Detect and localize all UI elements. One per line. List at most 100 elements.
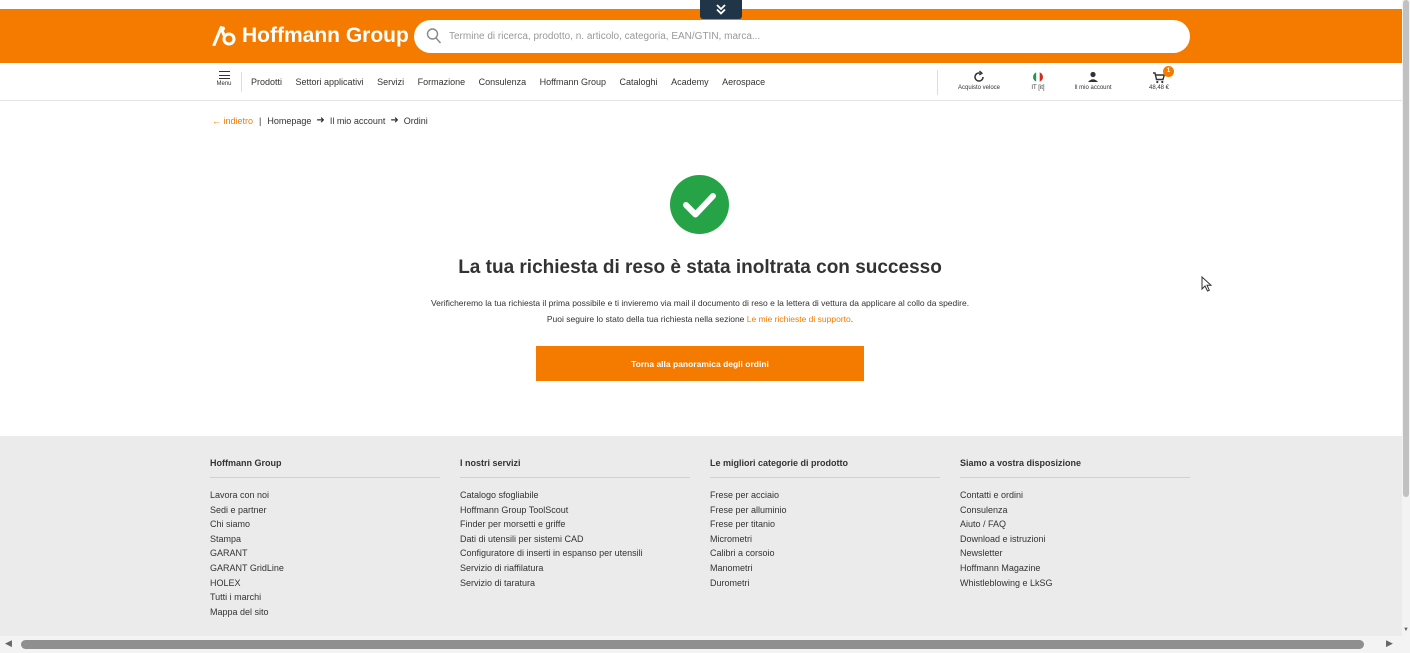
back-to-orders-button[interactable]: Torna alla panoramica degli ordini (536, 346, 864, 381)
main-navigation: Menu Prodotti Settori applicativi Serviz… (0, 63, 1402, 101)
footer-link[interactable]: HOLEX (210, 576, 440, 591)
hoffmann-logo[interactable]: Hoffmann Group (212, 24, 409, 48)
footer-link[interactable]: Servizio di taratura (460, 576, 690, 591)
scroll-left-arrow-icon[interactable]: ◀ (5, 638, 12, 649)
vertical-scrollbar[interactable]: ▼ (1402, 0, 1410, 636)
nav-links: Prodotti Settori applicativi Servizi For… (251, 63, 779, 101)
flag-italy-icon (1033, 72, 1043, 82)
search-bar[interactable] (414, 20, 1190, 53)
nav-divider (937, 70, 938, 95)
footer-link[interactable]: Servizio di riaffilatura (460, 561, 690, 576)
footer-link[interactable]: Frese per titanio (710, 517, 940, 532)
nav-link-settori[interactable]: Settori applicativi (296, 77, 364, 87)
back-label: indietro (223, 115, 254, 126)
footer-link[interactable]: GARANT GridLine (210, 561, 440, 576)
quick-buy-button[interactable]: Acquisto veloce (952, 70, 1006, 91)
vertical-scroll-thumb[interactable] (1403, 0, 1409, 497)
footer-link[interactable]: Calibri a corsoio (710, 546, 940, 561)
nav-link-hoffmann-group[interactable]: Hoffmann Group (540, 77, 606, 87)
account-button[interactable]: Il mio account (1068, 70, 1118, 91)
nav-link-formazione[interactable]: Formazione (418, 77, 466, 87)
footer-link[interactable]: Stampa (210, 532, 440, 547)
breadcrumb-homepage[interactable]: Homepage (267, 116, 311, 126)
footer-column-title: Siamo a vostra disposizione (960, 458, 1190, 478)
line2-prefix: Puoi seguire lo stato della tua richiest… (546, 313, 745, 324)
footer-link[interactable]: Configuratore di inserti in espanso per … (460, 546, 690, 561)
footer-link[interactable]: Consulenza (960, 503, 1190, 518)
footer-link[interactable]: Whistleblowing e LkSG (960, 576, 1190, 591)
language-selector[interactable]: IT [it] (1026, 70, 1050, 91)
quick-buy-icon (974, 70, 984, 82)
footer-link[interactable]: Contatti e ordini (960, 488, 1190, 503)
menu-icon (218, 71, 230, 79)
line2-suffix: . (850, 313, 854, 324)
success-title: La tua richiesta di reso è stata inoltra… (458, 257, 942, 278)
back-link[interactable]: ← indietro (212, 116, 253, 126)
footer-link[interactable]: Chi siamo (210, 517, 440, 532)
footer-column-title: Le migliori categorie di prodotto (710, 458, 940, 478)
nav-link-academy[interactable]: Academy (671, 77, 709, 87)
footer-column-title: Hoffmann Group (210, 458, 440, 478)
arrow-right-icon: ➜ (316, 115, 325, 126)
menu-button[interactable]: Menu (213, 71, 235, 87)
success-message-line2: Puoi seguire lo stato della tua richiest… (200, 312, 1200, 328)
footer-link[interactable]: Frese per alluminio (710, 503, 940, 518)
horizontal-scrollbar[interactable]: ◀ ▶ (0, 636, 1410, 653)
account-label: Il mio account (1074, 85, 1112, 91)
footer-link[interactable]: Frese per acciaio (710, 488, 940, 503)
scroll-right-arrow-icon[interactable]: ▶ (1386, 638, 1393, 649)
cart-button[interactable]: 1 48,48 € (1144, 66, 1174, 91)
quick-buy-label: Acquisto veloce (957, 85, 1001, 91)
footer-link[interactable]: Finder per morsetti e griffe (460, 517, 690, 532)
breadcrumb: ← indietro | Homepage ➜ Il mio account ➜… (212, 115, 428, 126)
footer-link[interactable]: Dati di utensili per sistemi CAD (460, 532, 690, 547)
collapse-header-tab[interactable] (700, 0, 742, 19)
breadcrumb-current: Ordini (403, 115, 428, 126)
arrow-left-icon: ← (212, 115, 221, 126)
checkmark-icon (683, 193, 716, 218)
footer-link[interactable]: Newsletter (960, 546, 1190, 561)
menu-label: Menu (216, 81, 232, 87)
search-icon (426, 28, 442, 44)
success-checkmark (670, 175, 729, 234)
cart-total: 48,48 € (1148, 85, 1170, 91)
breadcrumb-account[interactable]: Il mio account (330, 116, 386, 126)
nav-link-prodotti[interactable]: Prodotti (251, 77, 282, 87)
footer-link[interactable]: Micrometri (710, 532, 940, 547)
cursor-icon (1201, 276, 1213, 292)
browser-viewport: Hoffmann Group Menu Prodotti Settori app… (0, 0, 1402, 636)
footer-link[interactable]: Hoffmann Magazine (960, 561, 1190, 576)
logo-icon (212, 26, 236, 46)
footer-link[interactable]: Hoffmann Group ToolScout (460, 503, 690, 518)
nav-link-cataloghi[interactable]: Cataloghi (620, 77, 658, 87)
user-icon (1088, 71, 1098, 82)
footer-link[interactable]: Lavora con noi (210, 488, 440, 503)
scroll-down-arrow-icon[interactable]: ▼ (1402, 627, 1410, 633)
footer-link[interactable]: Manometri (710, 561, 940, 576)
footer-column-categories: Le migliori categorie di prodotto Frese … (710, 458, 940, 590)
footer-link[interactable]: GARANT (210, 546, 440, 561)
footer-link[interactable]: Sedi e partner (210, 503, 440, 518)
breadcrumb-divider: | (259, 115, 262, 126)
footer-link[interactable]: Aiuto / FAQ (960, 517, 1190, 532)
footer-link[interactable]: Tutti i marchi (210, 590, 440, 605)
footer-column-title: I nostri servizi (460, 458, 690, 478)
logo-text: Hoffmann Group (242, 24, 409, 47)
nav-link-aerospace[interactable]: Aerospace (722, 77, 765, 87)
menu-divider (241, 72, 242, 92)
footer-link[interactable]: Download e istruzioni (960, 532, 1190, 547)
footer-column-services: I nostri servizi Catalogo sfogliabile Ho… (460, 458, 690, 590)
chevron-double-down-icon (716, 4, 726, 15)
language-label: IT [it] (1031, 85, 1045, 91)
footer-link[interactable]: Durometri (710, 576, 940, 591)
search-input[interactable] (449, 20, 1169, 53)
nav-link-servizi[interactable]: Servizi (377, 77, 404, 87)
footer-link[interactable]: Catalogo sfogliabile (460, 488, 690, 503)
horizontal-scroll-thumb[interactable] (21, 640, 1364, 649)
support-requests-link[interactable]: Le mie richieste di supporto (747, 314, 851, 324)
footer-column-hoffmann: Hoffmann Group Lavora con noi Sedi e par… (210, 458, 440, 619)
success-message: Verificheremo la tua richiesta il prima … (200, 296, 1200, 327)
footer-column-support: Siamo a vostra disposizione Contatti e o… (960, 458, 1190, 590)
footer-link[interactable]: Mappa del sito (210, 605, 440, 620)
nav-link-consulenza[interactable]: Consulenza (479, 77, 527, 87)
